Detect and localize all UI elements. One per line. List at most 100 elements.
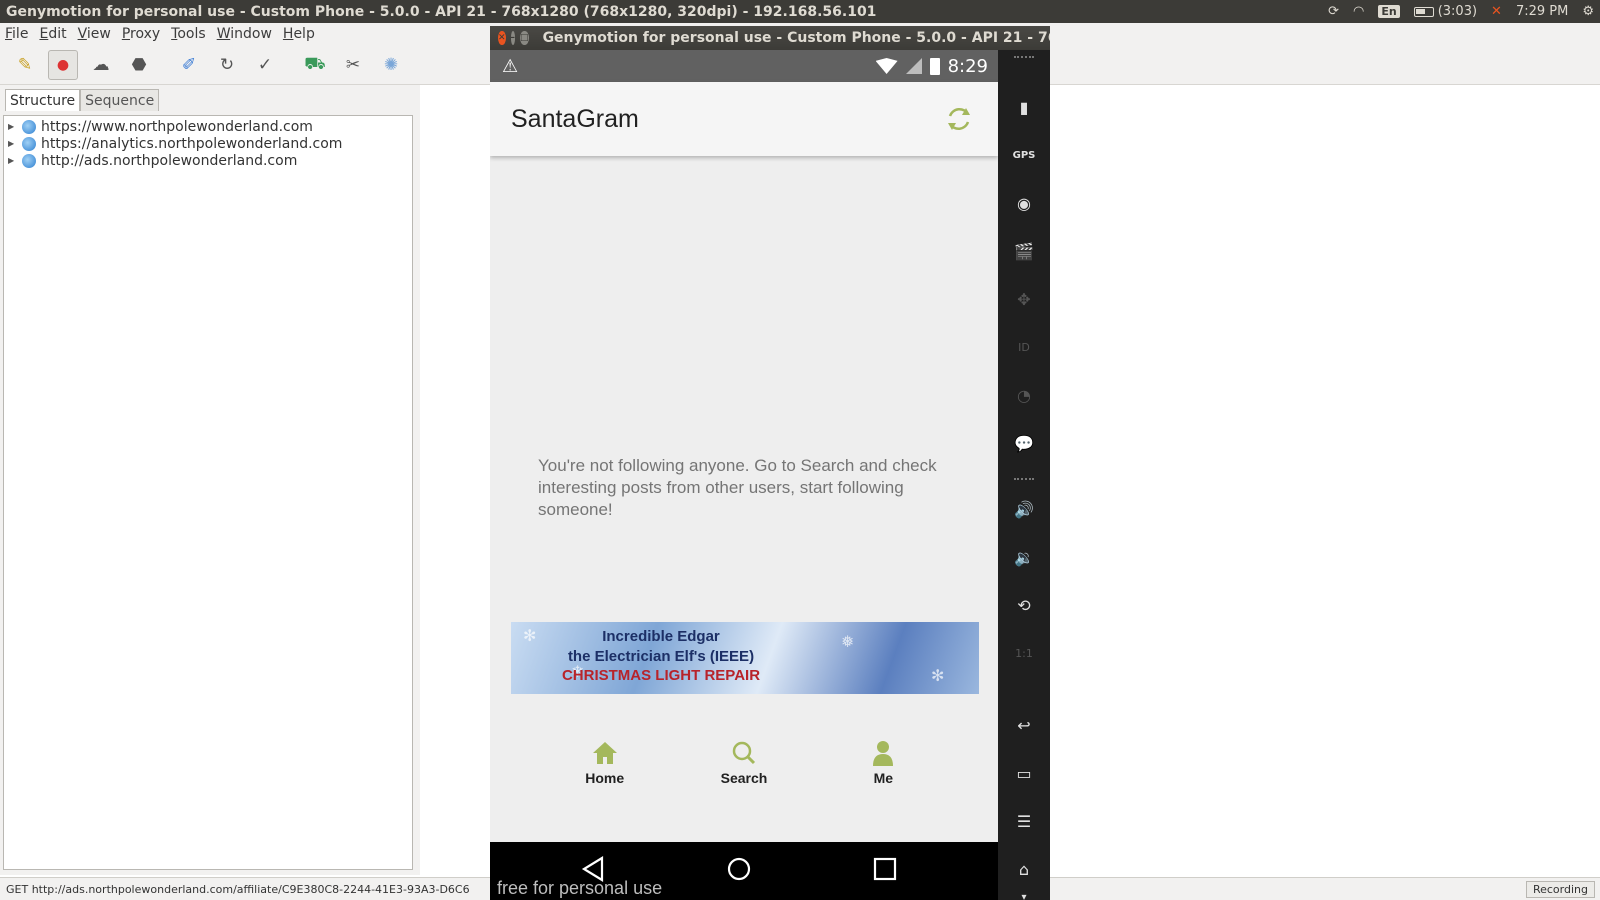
remote-control-icon: ✥ (1017, 289, 1031, 309)
menu-help[interactable]: Help (278, 26, 321, 42)
tree-row[interactable]: ▶ http://ads.northpolewonderland.com (4, 152, 412, 169)
android-nav-bar: free for personal use (490, 842, 998, 900)
signal-icon (905, 58, 922, 74)
drag-grip[interactable] (1014, 478, 1034, 482)
genymotion-sidebar: ▮ GPS ◉ 🎬 ✥ ID ◔ 💬 🔊 🔉 ⟲ 1:1 ↩ ▭ ☰ ⌂ ▾ (998, 50, 1050, 900)
status-url: GET http://ads.northpolewonderland.com/a… (6, 882, 470, 896)
volume-muted-icon[interactable]: ✕ (1491, 4, 1502, 19)
nav-home[interactable]: Home (565, 720, 645, 820)
genymotion-title: Genymotion for personal use - Custom Pho… (542, 30, 1050, 46)
drag-grip[interactable] (1014, 56, 1034, 60)
menu-edit[interactable]: Edit (34, 26, 72, 42)
capture-icon: 🎬 (1014, 241, 1034, 261)
battery-time: (3:03) (1437, 4, 1478, 19)
phone-screen: ⚠ 8:29 SantaGram You're not following an… (490, 50, 998, 900)
maximize-icon[interactable]: □ (520, 31, 529, 45)
globe-icon (22, 136, 36, 151)
basket-icon[interactable]: ⛟ (300, 50, 330, 80)
record-button[interactable]: ● (48, 49, 78, 80)
menu-view[interactable]: View (73, 26, 117, 42)
home-circle-icon[interactable] (726, 856, 752, 882)
refresh-icon[interactable] (944, 104, 974, 134)
snowflake-icon: ✻ (931, 666, 945, 685)
tools-icon[interactable]: ✂ (338, 50, 368, 80)
tree-row[interactable]: ▶ https://analytics.northpolewonderland.… (4, 135, 412, 152)
genymotion-window: ✕ – □ Genymotion for personal use - Cust… (490, 26, 1050, 900)
tab-structure[interactable]: Structure (5, 89, 81, 111)
settings-icon[interactable]: ✺ (376, 50, 406, 80)
gps-icon[interactable]: GPS (1011, 142, 1037, 168)
app-title: SantaGram (511, 104, 639, 133)
battery-icon (1413, 6, 1434, 17)
validate-icon[interactable]: ✓ (250, 50, 280, 80)
minimize-icon[interactable]: – (510, 31, 516, 45)
menu-proxy[interactable]: Proxy (117, 26, 166, 42)
menu-tools[interactable]: Tools (166, 26, 212, 42)
webcam-icon[interactable]: ◉ (1011, 190, 1037, 216)
pixel-perfect-icon: 1:1 (1015, 646, 1033, 660)
wifi-icon[interactable]: ◠ (1353, 4, 1364, 19)
battery-widget-icon[interactable]: ▮ (1011, 94, 1037, 120)
menu-icon[interactable]: ☰ (1011, 808, 1037, 834)
sms-icon: 💬 (1014, 433, 1034, 453)
wifi-icon (875, 58, 898, 74)
system-tray: ⟳ ◠ En (3:03) ✕ 7:29 PM ⚙ (1328, 0, 1594, 23)
keyboard-layout-indicator[interactable]: En (1378, 5, 1400, 18)
network-icon: ◔ (1017, 385, 1031, 405)
back-icon[interactable]: ↩ (1011, 712, 1037, 738)
volume-down-icon[interactable]: 🔉 (1011, 544, 1037, 570)
expand-arrow-icon[interactable]: ▶ (8, 139, 22, 148)
ad-line-1: Incredible Edgar (602, 628, 720, 645)
menu-window[interactable]: Window (212, 26, 278, 42)
tab-sequence[interactable]: Sequence (80, 89, 160, 111)
sync-icon[interactable]: ⟳ (1328, 4, 1339, 19)
structure-panel: Structure Sequence ▶ https://www.northpo… (0, 85, 420, 875)
nav-me[interactable]: Me (843, 720, 923, 820)
rotate-icon[interactable]: ⟲ (1011, 592, 1037, 618)
host-label: http://ads.northpolewonderland.com (41, 152, 298, 169)
nav-me-label: Me (873, 770, 894, 786)
recent-apps-icon[interactable]: ▭ (1011, 760, 1037, 786)
globe-icon (22, 119, 36, 134)
nav-search-label: Search (720, 770, 768, 786)
expand-arrow-icon[interactable]: ▶ (8, 122, 22, 131)
android-status-bar: ⚠ 8:29 (490, 50, 998, 82)
recents-icon[interactable] (872, 856, 898, 882)
battery-indicator[interactable]: (3:03) (1413, 4, 1478, 19)
close-icon[interactable]: ✕ (498, 31, 506, 45)
genymotion-titlebar[interactable]: ✕ – □ Genymotion for personal use - Cust… (490, 26, 1050, 50)
ad-banner[interactable]: ✻ ❄ ❅ ✻ Incredible Edgar the Electrician… (511, 622, 979, 694)
gear-icon[interactable]: ⚙ (1582, 4, 1594, 19)
active-window-title: Genymotion for personal use - Custom Pho… (6, 3, 877, 20)
broom-icon[interactable]: ✎ (10, 50, 40, 80)
stop-icon[interactable]: ⬣ (124, 50, 154, 80)
volume-up-icon[interactable]: 🔊 (1011, 496, 1037, 522)
tree-row[interactable]: ▶ https://www.northpolewonderland.com (4, 118, 412, 135)
throttle-icon[interactable]: ☁ (86, 50, 116, 80)
host-label: https://analytics.northpolewonderland.co… (41, 135, 343, 152)
home-icon[interactable]: ⌂ (1011, 856, 1037, 882)
menu-file[interactable]: File (0, 26, 34, 42)
clock[interactable]: 7:29 PM (1516, 4, 1568, 19)
bottom-navigation: Home Search Me (490, 720, 998, 820)
warning-icon: ⚠ (502, 55, 519, 77)
recording-badge[interactable]: Recording (1525, 881, 1595, 898)
battery-icon (929, 57, 940, 75)
empty-feed-message: You're not following anyone. Go to Searc… (538, 456, 937, 519)
pen-icon[interactable]: ✐ (174, 50, 204, 80)
system-top-panel: Genymotion for personal use - Custom Pho… (0, 0, 1600, 23)
host-tree: ▶ https://www.northpolewonderland.com ▶ … (3, 115, 413, 870)
expand-arrow-icon[interactable]: ▶ (8, 156, 22, 165)
more-arrow-icon[interactable]: ▾ (1011, 884, 1037, 900)
ad-line-2: the Electrician Elf's (IEEE) (567, 648, 755, 665)
globe-icon (22, 153, 36, 168)
view-tabs: Structure Sequence (5, 89, 160, 111)
repeat-icon[interactable]: ↻ (212, 50, 242, 80)
host-label: https://www.northpolewonderland.com (41, 118, 313, 135)
app-bar: SantaGram (490, 82, 998, 156)
personal-use-watermark: free for personal use (497, 878, 663, 898)
nav-search[interactable]: Search (704, 720, 784, 820)
snowflake-icon: ❅ (841, 632, 855, 651)
identifiers-icon: ID (1018, 340, 1030, 354)
person-icon (873, 741, 894, 766)
